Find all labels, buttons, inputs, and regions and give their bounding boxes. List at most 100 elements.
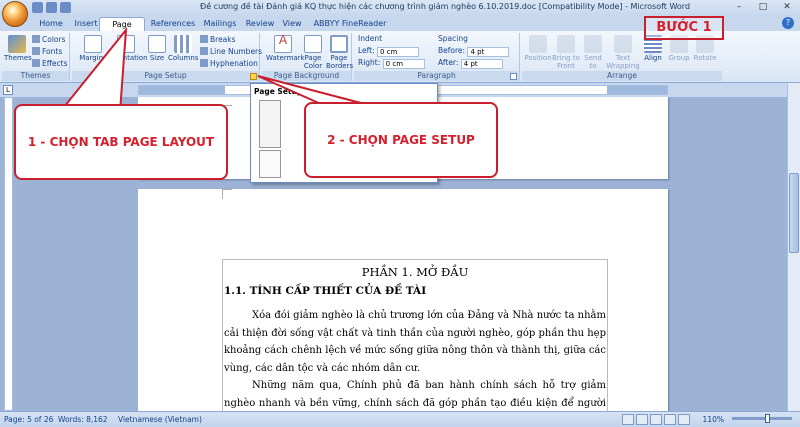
zoom-level[interactable]: 110% — [703, 415, 724, 424]
watermark-icon: A — [274, 34, 292, 53]
themes-icon — [8, 35, 26, 53]
tab-references[interactable]: References — [150, 17, 196, 31]
group-page-setup: Margins Orientation Size Columns Breaks … — [72, 33, 262, 81]
minimize-button[interactable]: – — [728, 1, 750, 14]
theme-colors-button[interactable]: Colors — [32, 35, 66, 44]
theme-fonts-button[interactable]: Fonts — [32, 47, 62, 56]
outline-icon[interactable] — [664, 414, 676, 425]
indent-left-row: Left: 0 cm — [358, 46, 420, 57]
tab-abbyy[interactable]: ABBYY FineReader 12 — [312, 17, 388, 41]
send-back-icon — [584, 35, 602, 53]
view-buttons — [622, 414, 690, 425]
office-button[interactable] — [2, 1, 28, 27]
status-page[interactable]: Page: 5 of 26 — [4, 415, 53, 424]
vertical-ruler[interactable] — [4, 97, 13, 411]
tab-mailings[interactable]: Mailings — [200, 17, 240, 31]
paragraph-launcher-icon[interactable] — [510, 73, 517, 80]
group-arrange: Position Bring to Front Send to Back Tex… — [522, 33, 722, 81]
spacing-after-row: After: 4 pt — [438, 58, 503, 69]
line-numbers-icon — [200, 47, 208, 55]
hyphenation-icon — [200, 59, 208, 67]
position-icon — [529, 35, 547, 53]
indent-right-row: Right: 0 cm — [358, 58, 425, 69]
text-wrapping-icon — [614, 35, 632, 53]
group-label-paragraph: Paragraph — [354, 71, 519, 81]
indent-left-input[interactable]: 0 cm — [377, 47, 420, 57]
group-label-arrange: Arrange — [522, 71, 722, 81]
bring-front-icon — [557, 35, 575, 53]
redo-icon[interactable] — [60, 2, 71, 13]
size-button[interactable]: Size — [146, 35, 168, 62]
page-borders-icon — [330, 35, 348, 53]
group-label-themes: Themes — [2, 71, 69, 81]
doc-heading-2: 1.1. TÍNH CẤP THIẾT CỦA ĐỀ TÀI — [224, 285, 427, 297]
close-button[interactable]: ✕ — [776, 1, 798, 14]
undo-icon[interactable] — [46, 2, 57, 13]
page-setup-launcher-icon[interactable] — [250, 73, 257, 80]
zoom-slider[interactable] — [732, 414, 792, 423]
window-title: Đề cương đề tài Đánh giá KQ thực hiện cá… — [200, 2, 691, 11]
margins-button[interactable]: Margins — [76, 35, 110, 62]
save-icon[interactable] — [32, 2, 43, 13]
tab-insert[interactable]: Insert — [70, 17, 102, 31]
watermark-button[interactable]: A Watermark — [266, 34, 305, 62]
columns-button[interactable]: Columns — [168, 35, 198, 62]
page-color-icon — [304, 35, 322, 53]
group-label-page-setup: Page Setup — [72, 71, 259, 81]
print-layout-icon[interactable] — [622, 414, 634, 425]
tab-selector-icon[interactable]: L — [3, 85, 13, 95]
themes-button[interactable]: Themes — [4, 35, 32, 62]
page-current[interactable]: PHẦN 1. MỞ ĐẦU 1.1. TÍNH CẤP THIẾT CỦA Đ… — [138, 189, 668, 411]
spacing-after-input[interactable]: 4 pt — [460, 59, 503, 69]
fonts-icon — [32, 47, 40, 55]
step-badge: BƯỚC 1 — [644, 16, 724, 40]
colors-icon — [32, 35, 40, 43]
quick-access-toolbar — [32, 2, 71, 13]
title-bar: Đề cương đề tài Đánh giá KQ thực hiện cá… — [0, 0, 800, 27]
zoom-slider-knob[interactable] — [765, 414, 770, 423]
tab-view[interactable]: View — [278, 17, 306, 31]
group-paragraph: Indent Left: 0 cm Right: 0 cm Spacing Be… — [354, 33, 520, 81]
popup-preview-thumbnail-2 — [259, 150, 281, 178]
spacing-before-input[interactable]: 4 pt — [467, 47, 510, 57]
callout-choose-page-setup: 2 - CHỌN PAGE SETUP — [304, 102, 498, 178]
indent-label: Indent — [358, 34, 383, 43]
breaks-button[interactable]: Breaks — [200, 35, 236, 44]
margins-icon — [84, 35, 102, 53]
line-numbers-button[interactable]: Line Numbers — [200, 47, 262, 56]
orientation-icon — [117, 35, 135, 53]
status-words[interactable]: Words: 8,162 — [58, 415, 108, 424]
bring-to-front-button[interactable]: Bring to Front — [552, 35, 580, 70]
spacing-before-row: Before: 4 pt — [438, 46, 510, 57]
page-borders-button[interactable]: Page Borders — [326, 35, 353, 70]
doc-paragraph-2: Những năm qua, Chính phủ đã ban hành chí… — [224, 380, 606, 409]
full-screen-icon[interactable] — [636, 414, 648, 425]
indent-right-input[interactable]: 0 cm — [382, 59, 425, 69]
hyphenation-button[interactable]: Hyphenation — [200, 59, 258, 68]
columns-icon — [174, 35, 192, 53]
page-color-button[interactable]: Page Color — [300, 35, 326, 70]
scrollbar-thumb[interactable] — [789, 173, 799, 253]
text-wrapping-button[interactable]: Text Wrapping — [606, 35, 640, 70]
orientation-button[interactable]: Orientation — [108, 35, 148, 62]
effects-icon — [32, 59, 40, 67]
theme-effects-button[interactable]: Effects — [32, 59, 68, 68]
tab-page-layout[interactable]: Page Layout — [99, 17, 145, 42]
spacing-label: Spacing — [438, 34, 468, 43]
doc-paragraph-1: Xóa đói giảm nghèo là chủ trương lớn của… — [224, 310, 606, 374]
popup-preview-thumbnail — [259, 100, 281, 148]
vertical-scrollbar[interactable] — [787, 83, 800, 411]
status-bar: Page: 5 of 26 Words: 8,162 Vietnamese (V… — [0, 411, 800, 427]
help-icon[interactable]: ? — [782, 17, 794, 29]
position-button[interactable]: Position — [524, 35, 552, 62]
tab-home[interactable]: Home — [32, 17, 70, 31]
popup-title: Page Setup — [254, 87, 303, 96]
maximize-button[interactable]: □ — [752, 1, 774, 14]
draft-icon[interactable] — [678, 414, 690, 425]
breaks-icon — [200, 35, 208, 43]
group-themes: Themes Colors Fonts Effects Themes — [2, 33, 70, 81]
status-language[interactable]: Vietnamese (Vietnam) — [118, 415, 202, 424]
web-layout-icon[interactable] — [650, 414, 662, 425]
tab-review[interactable]: Review — [244, 17, 276, 31]
group-label-page-background: Page Background — [262, 71, 351, 81]
